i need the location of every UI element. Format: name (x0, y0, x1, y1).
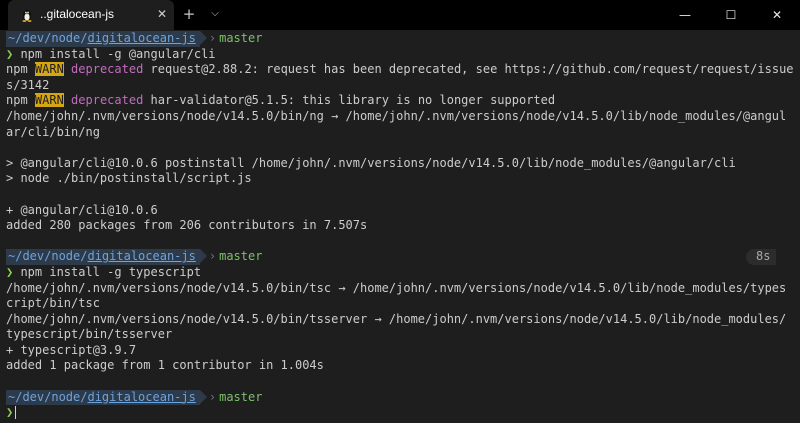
output-text: ar/cli/bin/ng (6, 124, 100, 139)
segment-arrow-icon (199, 31, 207, 45)
output-text: > @angular/cli@10.0.6 postinstall /home/… (6, 155, 736, 170)
command-line: ❯ npm install -g @angular/cli (6, 47, 794, 63)
prompt-line: ~/dev/node/digitalocean-js › master (6, 389, 794, 406)
output-line: added 1 package from 1 contributor in 1.… (6, 358, 794, 374)
output-text: /home/john/.nvm/versions/node/v14.5.0/bi… (6, 311, 787, 326)
output-line: added 280 packages from 206 contributors… (6, 218, 794, 234)
terminal-tab[interactable]: ..gitalocean-js ✕ (8, 0, 174, 30)
output-text: + @angular/cli@10.0.6 (6, 202, 158, 217)
deprecated-label: deprecated (71, 93, 144, 108)
output-line: + typescript@3.9.7 (6, 343, 794, 359)
command-line: ❯ npm install -g typescript (6, 265, 794, 281)
window-close-button[interactable]: ✕ (754, 0, 800, 30)
prompt-chevron-icon: ❯ (6, 405, 14, 420)
branch-separator: › (208, 31, 217, 45)
output-text: + typescript@3.9.7 (6, 342, 137, 357)
warning-line: npm WARN deprecated har-validator@5.1.5:… (6, 93, 794, 109)
npm-label: npm (6, 93, 35, 108)
warning-line: npm WARN deprecated request@2.88.2: requ… (6, 62, 794, 78)
output-text: added 1 package from 1 contributor in 1.… (6, 358, 324, 373)
terminal-output[interactable]: ~/dev/node/digitalocean-js › master ❯ npm i… (6, 31, 794, 421)
warn-badge: WARN (34, 93, 64, 108)
warning-text: request@2.88.2: request has been depreca… (143, 62, 794, 77)
output-text: > node ./bin/postinstall/script.js (6, 171, 252, 186)
output-line: /home/john/.nvm/versions/node/v14.5.0/bi… (6, 281, 794, 297)
prompt-path: ~/dev/node/digitalocean-js (6, 249, 200, 265)
git-branch: master (219, 31, 263, 45)
branch-separator: › (208, 389, 217, 404)
duration-badge: 8s (746, 249, 777, 265)
input-line: ❯ (6, 405, 794, 421)
output-line: /home/john/.nvm/versions/node/v14.5.0/bi… (6, 312, 794, 328)
new-tab-button[interactable]: + (180, 5, 198, 23)
tab-title: ..gitalocean-js (40, 7, 115, 21)
minimize-button[interactable]: — (662, 0, 708, 30)
segment-arrow-icon (199, 249, 207, 264)
output-text: s/3142 (6, 77, 50, 92)
path-dir: digitalocean-js (87, 249, 196, 264)
path-prefix: ~/dev/node/ (8, 249, 88, 264)
linux-penguin-icon (22, 10, 32, 22)
output-text: added 280 packages from 206 contributors… (6, 218, 368, 233)
path-prefix: ~/dev/node/ (8, 31, 88, 45)
path-dir: digitalocean-js (87, 31, 196, 45)
output-text: /home/john/.nvm/versions/node/v14.5.0/bi… (6, 280, 787, 295)
command-text: npm install -g @angular/cli (13, 46, 216, 61)
warning-text: har-validator@5.1.5: this library is no … (143, 93, 556, 108)
prompt-line: ~/dev/node/digitalocean-js › master (6, 31, 794, 47)
output-line: s/3142 (6, 78, 794, 94)
segment-arrow-icon (199, 389, 207, 404)
maximize-button[interactable]: ☐ (708, 0, 754, 30)
output-line: /home/john/.nvm/versions/node/v14.5.0/bi… (6, 109, 794, 125)
output-line: ar/cli/bin/ng (6, 125, 794, 141)
output-line: cript/bin/tsc (6, 296, 794, 312)
output-line: > @angular/cli@10.0.6 postinstall /home/… (6, 156, 794, 172)
deprecated-label: deprecated (71, 62, 144, 77)
output-line: + @angular/cli@10.0.6 (6, 203, 794, 219)
path-dir: digitalocean-js (87, 389, 196, 404)
warn-badge: WARN (34, 62, 64, 77)
output-text: typescript/bin/tsserver (6, 327, 173, 342)
branch-separator: › (208, 249, 217, 264)
chevron-down-icon[interactable]: ⌵ (208, 6, 222, 22)
command-text: npm install -g typescript (13, 264, 202, 279)
title-bar: ..gitalocean-js ✕ + ⌵ — ☐ ✕ (0, 0, 800, 30)
output-line: > node ./bin/postinstall/script.js (6, 171, 794, 187)
prompt-path: ~/dev/node/digitalocean-js (6, 389, 200, 406)
prompt-line: ~/dev/node/digitalocean-js › master 8s (6, 249, 794, 265)
output-text: cript/bin/tsc (6, 296, 100, 311)
close-icon[interactable]: ✕ (154, 6, 170, 22)
git-branch: master (219, 249, 263, 264)
text-cursor[interactable] (15, 406, 17, 420)
npm-label: npm (6, 62, 35, 77)
output-text: /home/john/.nvm/versions/node/v14.5.0/bi… (6, 108, 787, 123)
prompt-path: ~/dev/node/digitalocean-js (6, 31, 200, 47)
git-branch: master (219, 389, 263, 404)
path-prefix: ~/dev/node/ (8, 389, 88, 404)
output-line: typescript/bin/tsserver (6, 327, 794, 343)
